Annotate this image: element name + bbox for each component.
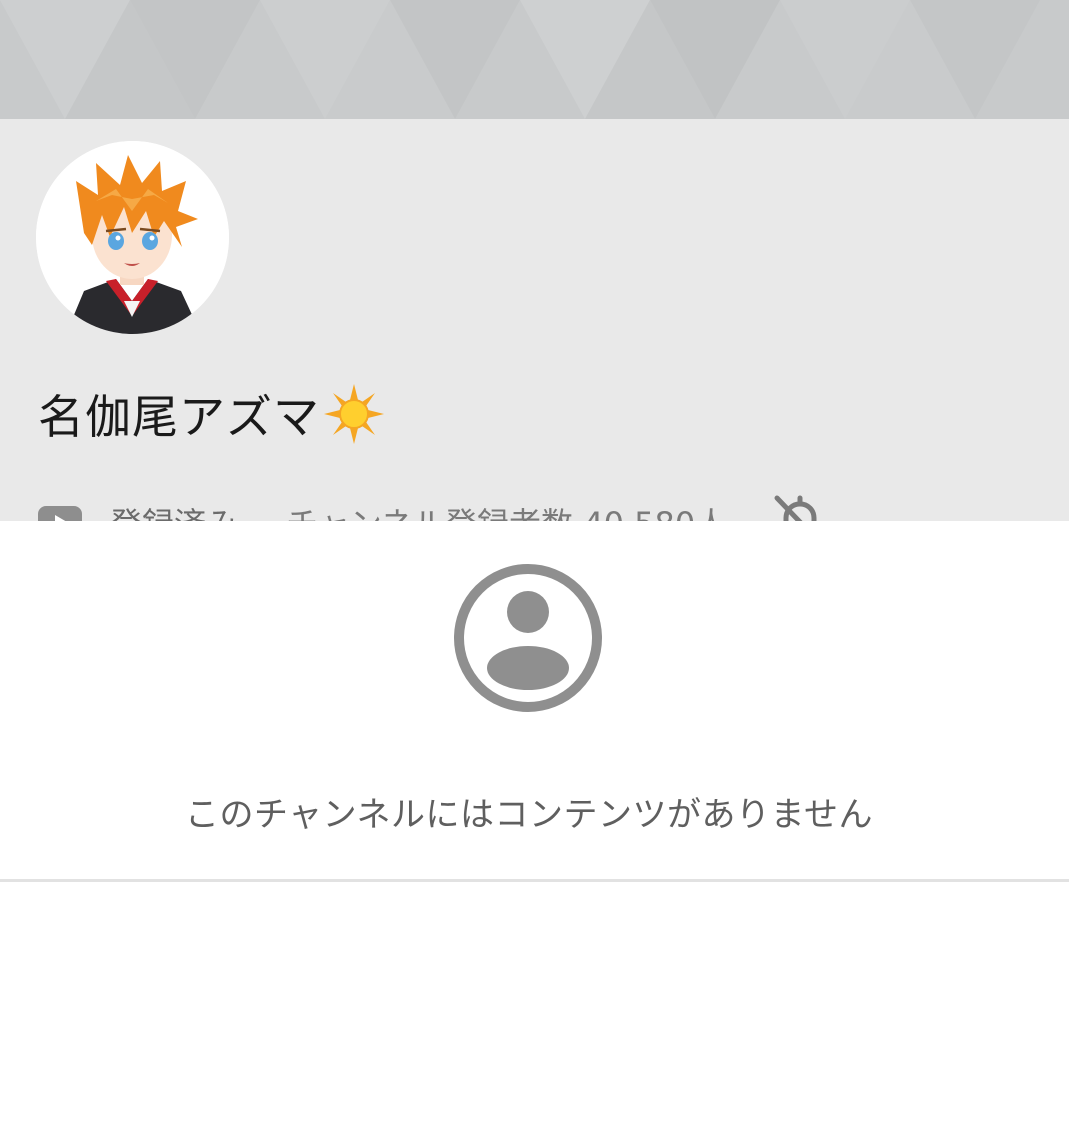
empty-state-message: このチャンネルにはコンテンツがありません xyxy=(185,795,873,835)
channel-avatar[interactable] xyxy=(36,141,229,334)
channel-title: 名伽尾アズマ xyxy=(38,381,386,447)
channel-banner xyxy=(0,0,1069,119)
empty-state: このチャンネルにはコンテンツがありません xyxy=(0,521,1069,880)
account-circle-icon xyxy=(454,564,602,712)
channel-name: 名伽尾アズマ xyxy=(38,390,320,444)
divider xyxy=(0,879,1069,882)
channel-header: 名伽尾アズマ 登録済み xyxy=(0,119,1069,550)
channel-page: 名伽尾アズマ 登録済み xyxy=(0,0,1069,1124)
anime-character-avatar-icon xyxy=(36,141,229,334)
sun-emoji-icon xyxy=(324,384,384,444)
